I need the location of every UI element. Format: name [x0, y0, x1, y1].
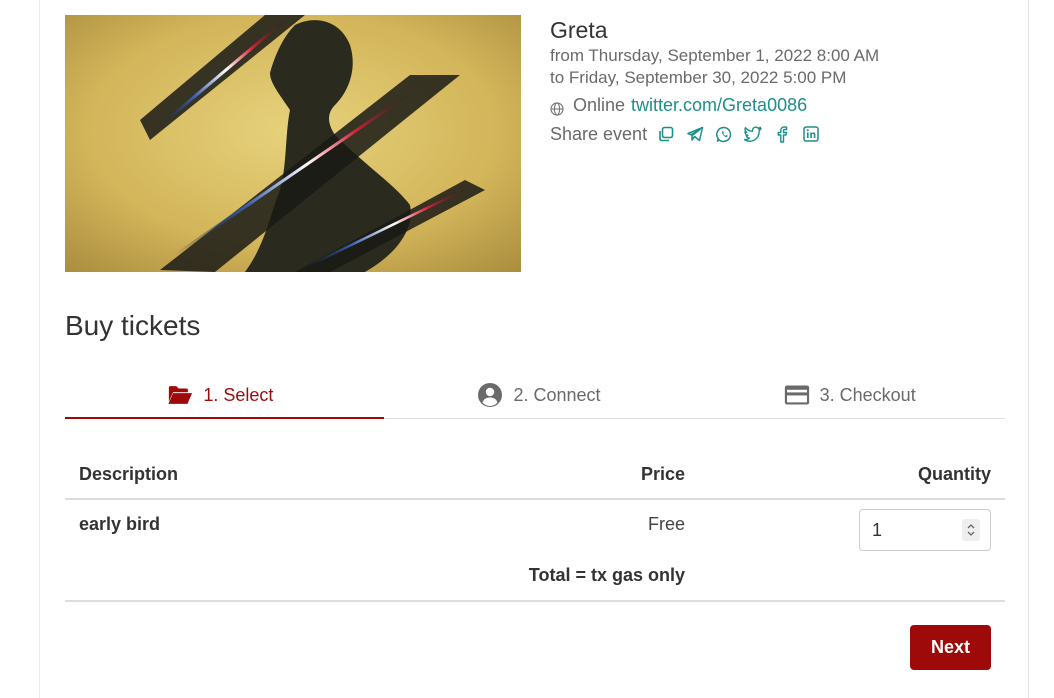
- linkedin-icon[interactable]: [802, 125, 820, 143]
- quantity-stepper[interactable]: 1: [859, 509, 991, 551]
- event-image: [65, 15, 521, 272]
- event-location: Online twitter.com/Greta0086: [550, 93, 1020, 117]
- page: Greta from Thursday, September 1, 2022 8…: [0, 0, 1054, 698]
- checkout-steps: 1. Select 2. Connect 3. Checkout: [65, 372, 1005, 419]
- share-row: Share event: [550, 122, 1020, 146]
- table-header: Description Price Quantity: [65, 450, 1005, 500]
- ticket-price: Free: [647, 514, 685, 534]
- header-price: Price: [640, 463, 685, 484]
- credit-card-icon: [784, 383, 810, 407]
- header-description: Description: [79, 463, 179, 484]
- step-checkout[interactable]: 3. Checkout: [694, 372, 1005, 418]
- event-info: Greta from Thursday, September 1, 2022 8…: [550, 15, 1020, 146]
- copy-icon[interactable]: [657, 125, 675, 143]
- header-quantity: Quantity: [917, 463, 991, 484]
- globe-icon: [550, 98, 564, 116]
- telegram-icon[interactable]: [686, 125, 704, 143]
- folder-open-icon: [167, 383, 193, 407]
- share-label: Share event: [550, 124, 648, 144]
- twitter-icon[interactable]: [744, 125, 762, 143]
- total-text: Total = tx gas only: [528, 565, 685, 585]
- quantity-value: 1: [872, 519, 883, 540]
- table-row: early bird Free 1: [65, 500, 1005, 564]
- step-connect[interactable]: 2. Connect: [384, 372, 695, 418]
- step-select[interactable]: 1. Select: [65, 372, 384, 419]
- buy-tickets-title: Buy tickets: [65, 310, 201, 341]
- total-row: Total = tx gas only: [65, 564, 1005, 602]
- location-type: Online: [573, 95, 626, 115]
- event-date-from: from Thursday, September 1, 2022 8:00 AM: [550, 46, 880, 65]
- quantity-cell: 1: [685, 509, 1005, 551]
- user-circle-icon: [477, 383, 503, 407]
- step-checkout-label: 3. Checkout: [819, 384, 916, 405]
- step-select-label: 1. Select: [203, 384, 274, 405]
- location-link[interactable]: twitter.com/Greta0086: [631, 93, 807, 117]
- next-button[interactable]: Next: [910, 625, 991, 670]
- share-icons: [657, 125, 831, 143]
- tickets-table: Description Price Quantity early bird Fr…: [65, 450, 1005, 602]
- ticket-description: early bird: [79, 514, 161, 534]
- spinner-arrows-icon[interactable]: [962, 519, 980, 541]
- facebook-icon[interactable]: [773, 125, 791, 143]
- event-poster-silhouette: [65, 15, 521, 272]
- step-connect-label: 2. Connect: [513, 384, 601, 405]
- whatsapp-icon[interactable]: [715, 125, 733, 143]
- event-date-to: to Friday, September 30, 2022 5:00 PM: [550, 68, 847, 87]
- event-title: Greta: [550, 17, 608, 43]
